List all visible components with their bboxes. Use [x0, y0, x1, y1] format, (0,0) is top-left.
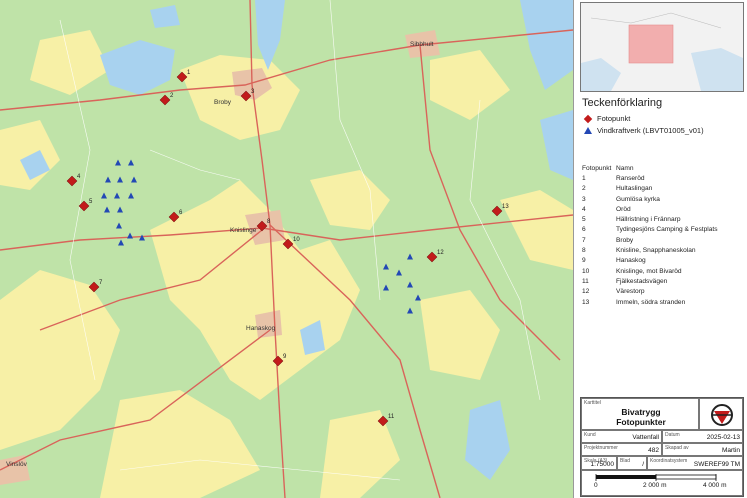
kund-label: Kund: [584, 432, 596, 438]
map-title-line1: Bivatrygg: [621, 407, 661, 417]
point-number-cell: 11: [582, 277, 589, 285]
blad-cell: Blad /: [617, 456, 647, 470]
blad-label: Blad: [620, 458, 631, 464]
table-row: 8 Knisline, Snapphaneskolan: [582, 245, 718, 255]
place-label-sibbhult: Sibbhult: [410, 41, 434, 48]
photo-point-label: 13: [502, 204, 509, 210]
table-row: 2 Hultaslingan: [582, 184, 718, 194]
table-row: 3 Gumlösa kyrka: [582, 194, 718, 204]
skala-value: 1:75000: [590, 461, 615, 468]
point-number-cell: 9: [582, 257, 586, 265]
point-number-cell: 8: [582, 247, 586, 255]
point-number-cell: 6: [582, 226, 586, 234]
legend-item-vindkraftverk: Vindkraftverk (LBVT01005_v01): [584, 126, 704, 135]
place-label-broby: Broby: [214, 99, 232, 106]
photo-point-table: Fotopunkt Namn 1 Ranseröd 2 Hultaslingan 3 Gu…: [582, 163, 718, 307]
point-number-cell: 4: [582, 205, 586, 213]
table-row: 7 Broby: [582, 235, 718, 245]
table-row: 9 Hanaskog: [582, 256, 718, 266]
point-number-cell: 12: [582, 288, 590, 296]
table-row: 10 Knislinge, mot Bivaröd: [582, 266, 718, 276]
point-number-cell: 13: [582, 298, 590, 306]
point-name-cell: Gumlösa kyrka: [616, 195, 660, 203]
point-name-cell: Knislinge, mot Bivaröd: [616, 267, 682, 275]
map-title-cell: Karttitel Bivatrygg Fotopunkter: [581, 398, 699, 430]
point-name-cell: Knisline, Snapphaneskolan: [616, 247, 696, 255]
scale-tick-label: 0: [594, 482, 598, 489]
map-canvas[interactable]: Broby Knislinge Hanaskog Vinslöv Sibbhul…: [0, 0, 573, 498]
scale-tick-label: 4 000 m: [703, 482, 727, 489]
point-name-cell: Hanaskog: [616, 257, 646, 265]
point-name-cell: Ranseröd: [616, 174, 645, 182]
overview-map: [580, 2, 744, 92]
scale-bar: 0 2 000 m 4 000 m: [581, 470, 743, 496]
place-label-vinslov: Vinslöv: [6, 461, 28, 468]
point-name-cell: Immeln, södra stranden: [616, 298, 686, 306]
table-row: 13 Immeln, södra stranden: [582, 297, 718, 307]
point-number-cell: 10: [582, 267, 590, 275]
main-map[interactable]: Broby Knislinge Hanaskog Vinslöv Sibbhul…: [0, 0, 574, 498]
datum-value: 2025-02-13: [706, 434, 740, 441]
koord-value: SWEREF99 TM: [693, 461, 740, 468]
photo-point-label: 12: [437, 250, 444, 256]
company-logo: [699, 398, 743, 430]
projektnummer-cell: Projektnummer 482: [581, 443, 662, 456]
kund-value: Vattenfall: [632, 434, 659, 441]
point-name-cell: Värestorp: [616, 288, 645, 296]
point-name-cell: Tydingesjöns Camping & Festplats: [616, 226, 718, 234]
legend-title: Teckenförklaring: [582, 97, 663, 109]
legend-item-label: Vindkraftverk (LBVT01005_v01): [597, 126, 704, 135]
photo-point-label: 11: [388, 414, 395, 420]
point-name-cell: Hultaslingan: [616, 185, 653, 193]
legend-item-fotopunkt: Fotopunkt: [583, 114, 631, 123]
skapad-label: Skapad av: [665, 445, 689, 451]
scale-tick-label: 2 000 m: [643, 482, 667, 489]
kund-cell: Kund Vattenfall: [581, 430, 662, 443]
point-number-cell: 2: [582, 185, 586, 193]
projektnummer-value: 482: [648, 447, 659, 454]
overview-canvas: [581, 3, 743, 91]
table-header-row: Fotopunkt Namn: [582, 163, 718, 173]
kartitel-label: Karttitel: [584, 400, 601, 406]
column-header: Fotopunkt: [582, 164, 612, 172]
point-name-cell: Broby: [616, 236, 634, 244]
table-row: 1 Ranseröd: [582, 173, 718, 183]
point-name-cell: Hällristning i Frännarp: [616, 216, 681, 224]
photo-point-label: 10: [293, 237, 300, 243]
point-number-cell: 3: [582, 195, 586, 203]
red-diamond-icon: [583, 114, 593, 123]
table-row: 11 Fjälkestadsvägen: [582, 276, 718, 286]
skala-cell: Skala (A3) 1:75000: [581, 456, 617, 470]
datum-cell: Datum 2025-02-13: [662, 430, 743, 443]
koord-label: Koordinatsystem: [650, 458, 688, 464]
skapad-cell: Skapad av Martin: [662, 443, 743, 456]
place-label-knislinge: Knislinge: [230, 227, 257, 234]
point-number-cell: 5: [582, 216, 586, 224]
datum-label: Datum: [665, 432, 680, 438]
blad-value: /: [642, 461, 644, 468]
table-row: 4 Oröd: [582, 204, 718, 214]
column-header: Namn: [616, 164, 634, 172]
point-number-cell: 7: [582, 236, 586, 244]
table-row: 5 Hällristning i Frännarp: [582, 214, 718, 224]
projektnummer-label: Projektnummer: [584, 445, 618, 451]
point-number-cell: 1: [582, 174, 586, 182]
table-row: 12 Värestorp: [582, 287, 718, 297]
overview-extent: [628, 24, 674, 64]
skapad-value: Martin: [721, 447, 740, 454]
side-panel: Teckenförklaring Fotopunkt Vindkraftverk…: [574, 0, 747, 498]
legend-item-label: Fotopunkt: [597, 114, 631, 123]
point-name-cell: Oröd: [616, 205, 631, 213]
place-label-hanaskog: Hanaskog: [246, 325, 276, 332]
logo-icon: [711, 404, 733, 426]
point-name-cell: Fjälkestadsvägen: [616, 277, 668, 285]
table-row: 6 Tydingesjöns Camping & Festplats: [582, 225, 718, 235]
koord-cell: Koordinatsystem SWEREF99 TM: [647, 456, 743, 470]
blue-triangle-icon: [584, 127, 592, 134]
map-title-line2: Fotopunkter: [616, 417, 666, 427]
title-block: Karttitel Bivatrygg Fotopunkter Kund Vat…: [580, 397, 744, 497]
